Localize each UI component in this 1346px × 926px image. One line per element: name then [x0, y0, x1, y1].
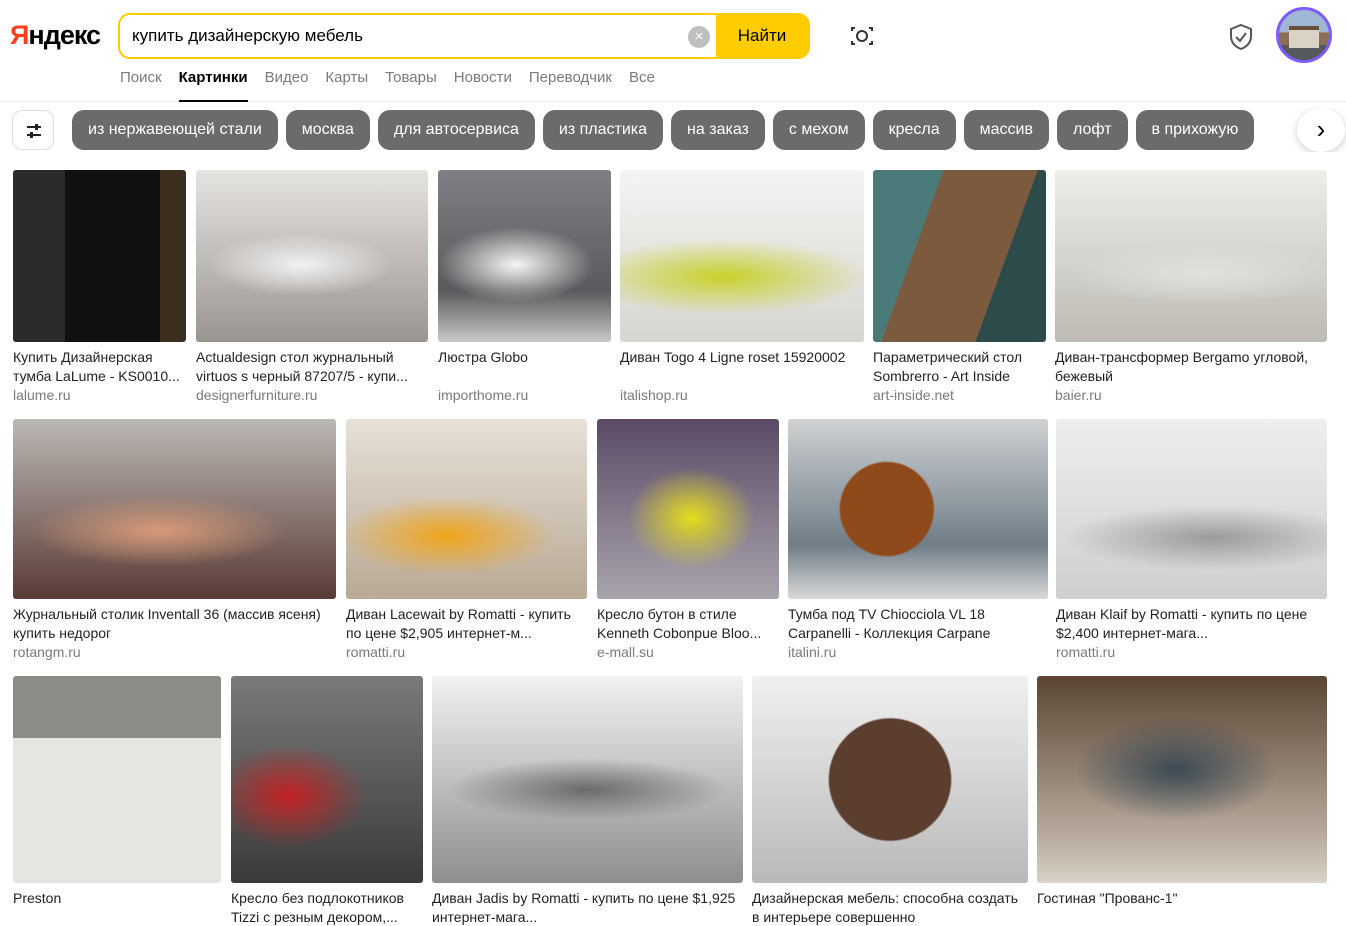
clear-icon[interactable]: ×	[688, 26, 710, 48]
image-caption[interactable]: Preston	[13, 889, 221, 908]
image-thumbnail[interactable]	[1037, 676, 1327, 883]
filter-chip[interactable]: для автосервиса	[377, 110, 535, 150]
tab-4[interactable]: Товары	[385, 68, 437, 102]
image-thumbnail[interactable]	[13, 419, 336, 599]
tab-0[interactable]: Поиск	[120, 68, 162, 102]
logo-text: ндекс	[28, 20, 101, 50]
image-thumbnail[interactable]	[752, 676, 1028, 883]
tab-3[interactable]: Карты	[325, 68, 368, 102]
image-caption[interactable]: Тумба под TV Chiocciola VL 18 Carpanelli…	[788, 605, 1048, 643]
image-caption[interactable]: Диван Lacewait by Romatti - купить по це…	[346, 605, 587, 643]
avatar[interactable]	[1276, 7, 1332, 63]
tab-6[interactable]: Переводчик	[529, 68, 612, 102]
tab-2[interactable]: Видео	[265, 68, 309, 102]
image-caption[interactable]: Кресло бутон в стиле Kenneth Cobonpue Bl…	[597, 605, 779, 643]
image-caption[interactable]: Диван Togo 4 Ligne roset 15920002	[620, 348, 864, 367]
image-caption[interactable]: Кресло без подлокотников Tizzi с резным …	[231, 889, 423, 926]
filter-chip[interactable]: кресла	[872, 110, 956, 150]
image-source-domain[interactable]: rotangm.ru	[13, 643, 81, 662]
yandex-logo[interactable]: Яндекс	[10, 20, 101, 50]
image-source-domain[interactable]: baier.ru	[1055, 386, 1102, 405]
filter-chip[interactable]: из пластика	[542, 110, 664, 150]
image-thumbnail[interactable]	[1055, 170, 1327, 342]
filter-chip[interactable]: массив	[963, 110, 1049, 150]
image-source-domain[interactable]: italini.ru	[788, 643, 836, 662]
image-thumbnail[interactable]	[597, 419, 779, 599]
sliders-icon	[27, 124, 41, 138]
shield-icon[interactable]	[1226, 22, 1256, 52]
image-caption[interactable]: Параметрический стол Sombrerro - Art Ins…	[873, 348, 1046, 386]
logo-letter: Я	[10, 20, 29, 50]
image-thumbnail[interactable]	[231, 676, 423, 883]
header: Яндекс × Найти Поиск Картинки Видео Карты То…	[0, 0, 1346, 102]
image-caption[interactable]: Люстра Globo	[438, 348, 611, 367]
image-thumbnail[interactable]	[788, 419, 1048, 599]
image-caption[interactable]: Диван Klaif by Romatti - купить по цене …	[1056, 605, 1327, 643]
image-thumbnail[interactable]	[432, 676, 743, 883]
search-nav: Поиск Картинки Видео Карты Товары Новости Пере…	[120, 68, 672, 102]
filter-bar: из нержавеющей стали москва для автосервис…	[0, 108, 1346, 152]
filter-chip[interactable]: москва	[285, 110, 370, 150]
search-bar: × Найти	[118, 13, 810, 59]
image-thumbnail[interactable]	[13, 676, 221, 883]
image-thumbnail[interactable]	[1056, 419, 1327, 599]
tab-1[interactable]: Картинки	[178, 68, 248, 102]
filter-chip[interactable]: лофт	[1056, 110, 1128, 150]
search-button[interactable]: Найти	[716, 15, 808, 57]
tab-7[interactable]: Все	[629, 68, 655, 102]
tab-5[interactable]: Новости	[454, 68, 512, 102]
image-source-domain[interactable]: romatti.ru	[1056, 643, 1115, 662]
filter-chips: из нержавеющей стали москва для автосервис…	[72, 110, 1255, 150]
image-source-domain[interactable]: lalume.ru	[13, 386, 71, 405]
image-source-domain[interactable]: romatti.ru	[346, 643, 405, 662]
filter-chip[interactable]: из нержавеющей стали	[72, 110, 278, 150]
filter-chip[interactable]: с мехом	[772, 110, 865, 150]
image-source-domain[interactable]: italishop.ru	[620, 386, 688, 405]
image-caption[interactable]: Actualdesign стол журнальный virtuos s ч…	[196, 348, 428, 386]
image-caption[interactable]: Дизайнерская мебель: способна создать в …	[752, 889, 1028, 926]
image-caption[interactable]: Гостиная "Прованс-1"	[1037, 889, 1327, 908]
image-source-domain[interactable]: art-inside.net	[873, 386, 954, 405]
image-thumbnail[interactable]	[13, 170, 186, 342]
image-thumbnail[interactable]	[873, 170, 1046, 342]
image-source-domain[interactable]: importhome.ru	[438, 386, 528, 405]
image-source-domain[interactable]: designerfurniture.ru	[196, 386, 317, 405]
filter-chip[interactable]: на заказ	[671, 110, 765, 150]
image-caption[interactable]: Диван Jadis by Romatti - купить по цене …	[432, 889, 743, 926]
search-input[interactable]	[132, 15, 692, 57]
image-thumbnail[interactable]	[438, 170, 611, 342]
filter-chip[interactable]: в прихожую	[1135, 110, 1255, 150]
image-source-domain[interactable]: e-mall.su	[597, 643, 654, 662]
filter-settings-button[interactable]	[12, 110, 54, 150]
chevron-right-icon[interactable]: ›	[1297, 108, 1345, 152]
image-thumbnail[interactable]	[620, 170, 864, 342]
camera-search-icon[interactable]	[846, 22, 878, 50]
image-caption[interactable]: Журнальный столик Inventall 36 (массив я…	[13, 605, 336, 643]
image-thumbnail[interactable]	[196, 170, 428, 342]
image-caption[interactable]: Купить Дизайнерская тумба LaLume - KS001…	[13, 348, 186, 386]
image-caption[interactable]: Диван-трансформер Bergamo угловой, бежев…	[1055, 348, 1327, 386]
image-thumbnail[interactable]	[346, 419, 587, 599]
